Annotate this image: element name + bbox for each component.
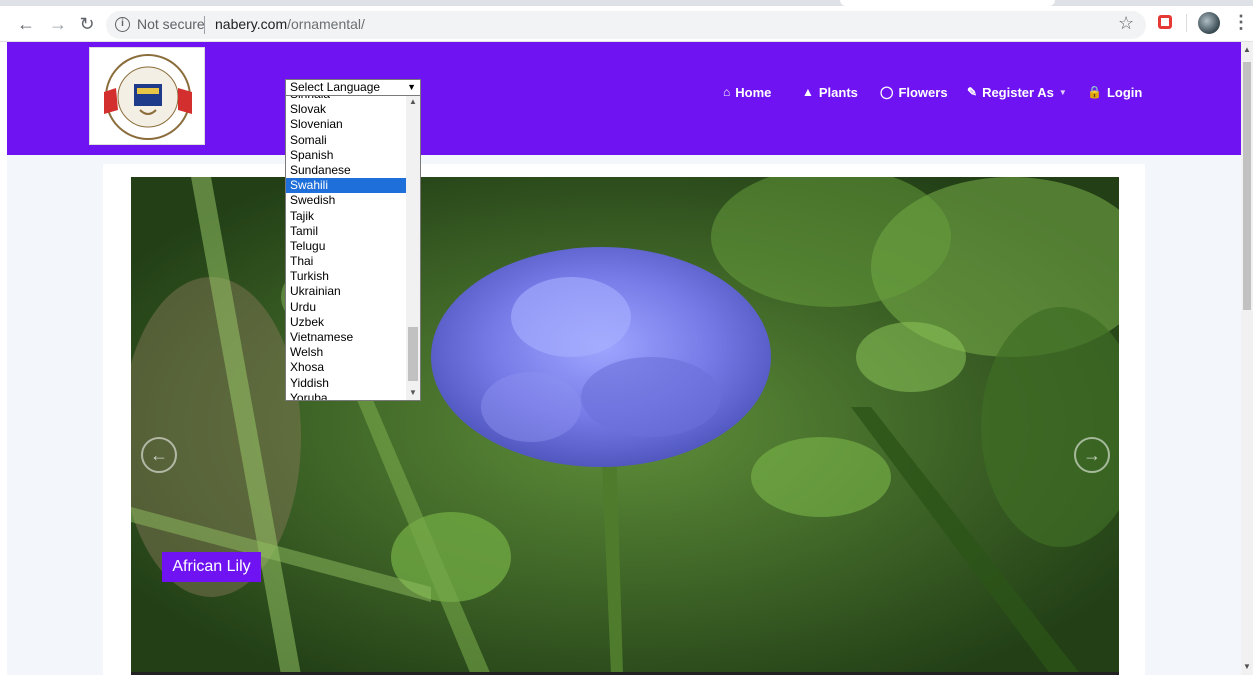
language-option[interactable]: Swedish bbox=[286, 193, 406, 208]
security-label: Not secure bbox=[137, 16, 205, 32]
page-scrollbar[interactable]: ▲ ▼ bbox=[1241, 42, 1253, 675]
page-scroll-thumb[interactable] bbox=[1243, 62, 1251, 310]
language-option[interactable]: Yiddish bbox=[286, 376, 406, 391]
nav-flowers[interactable]: ◯ Flowers bbox=[880, 82, 948, 102]
carousel-caption: African Lily bbox=[162, 552, 261, 582]
pencil-icon: ✎ bbox=[967, 85, 978, 99]
language-option[interactable]: Swahili bbox=[286, 178, 406, 194]
language-option[interactable]: Thai bbox=[286, 254, 406, 269]
page: ⌂ Home ▲ Plants ◯ Flowers ✎ Register As … bbox=[7, 42, 1241, 675]
nav-register-as[interactable]: ✎ Register As ▼ bbox=[967, 82, 1067, 102]
scroll-up-icon[interactable]: ▲ bbox=[409, 97, 417, 106]
language-option[interactable]: Turkish bbox=[286, 269, 406, 284]
nav-home[interactable]: ⌂ Home bbox=[723, 82, 771, 102]
carousel-slide-image bbox=[131, 177, 1119, 675]
extension-icon[interactable] bbox=[1158, 15, 1172, 29]
address-bar[interactable]: i Not secure nabery.com/ornamental/ bbox=[106, 11, 1146, 39]
menu-kebab-icon[interactable]: ⋮ bbox=[1232, 12, 1250, 33]
info-icon[interactable]: i bbox=[115, 17, 130, 32]
lock-icon: 🔒 bbox=[1087, 85, 1102, 99]
scroll-down-icon[interactable]: ▼ bbox=[1243, 662, 1251, 671]
profile-avatar[interactable] bbox=[1198, 12, 1220, 34]
chevron-down-icon: ▼ bbox=[1058, 87, 1067, 97]
forward-arrow-icon[interactable]: → bbox=[48, 14, 68, 34]
leaf-icon: ◯ bbox=[880, 85, 894, 99]
language-option[interactable]: Yoruba bbox=[286, 391, 406, 400]
dropdown-arrow-icon: ▼ bbox=[407, 82, 416, 92]
nav-plants[interactable]: ▲ Plants bbox=[802, 82, 858, 102]
browser-toolbar: ← → ↻ i Not secure nabery.com/ornamental… bbox=[0, 0, 1253, 42]
language-option[interactable]: Tajik bbox=[286, 209, 406, 224]
language-option[interactable]: Vietnamese bbox=[286, 330, 406, 345]
language-option[interactable]: Somali bbox=[286, 133, 406, 148]
language-option[interactable]: Xhosa bbox=[286, 360, 406, 375]
language-option[interactable]: Welsh bbox=[286, 345, 406, 360]
language-option[interactable]: Sinhala bbox=[286, 96, 406, 102]
carousel-next-button[interactable]: → bbox=[1074, 437, 1110, 473]
chevron-right-icon: → bbox=[1083, 445, 1101, 465]
site-navbar: ⌂ Home ▲ Plants ◯ Flowers ✎ Register As … bbox=[7, 42, 1241, 155]
list-scroll-thumb[interactable] bbox=[408, 327, 418, 381]
tree-icon: ▲ bbox=[802, 85, 814, 99]
language-option[interactable]: Uzbek bbox=[286, 315, 406, 330]
language-option[interactable]: Telugu bbox=[286, 239, 406, 254]
back-arrow-icon[interactable]: ← bbox=[16, 14, 36, 34]
tab-strip bbox=[0, 0, 1253, 6]
site-logo[interactable] bbox=[89, 47, 205, 145]
language-option[interactable]: Slovenian bbox=[286, 117, 406, 132]
home-icon: ⌂ bbox=[723, 85, 731, 99]
language-options-list[interactable]: SinhalaSlovakSlovenianSomaliSpanishSunda… bbox=[285, 95, 421, 401]
nav-login[interactable]: 🔒 Login bbox=[1087, 82, 1142, 102]
language-option[interactable]: Spanish bbox=[286, 148, 406, 163]
chevron-left-icon: ← bbox=[150, 445, 168, 465]
language-option[interactable]: Slovak bbox=[286, 102, 406, 117]
scroll-up-icon[interactable]: ▲ bbox=[1243, 45, 1251, 54]
scroll-down-icon[interactable]: ▼ bbox=[409, 388, 417, 397]
reload-icon[interactable]: ↻ bbox=[77, 14, 97, 34]
language-select[interactable]: Select Language ▼ bbox=[285, 79, 421, 96]
language-option[interactable]: Tamil bbox=[286, 224, 406, 239]
list-scrollbar[interactable]: ▲ ▼ bbox=[406, 96, 420, 400]
language-option[interactable]: Sundanese bbox=[286, 163, 406, 178]
carousel-prev-button[interactable]: ← bbox=[141, 437, 177, 473]
url-text: nabery.com/ornamental/ bbox=[215, 16, 365, 32]
language-option[interactable]: Ukrainian bbox=[286, 284, 406, 299]
bookmark-star-icon[interactable]: ☆ bbox=[1118, 13, 1134, 34]
language-option[interactable]: Urdu bbox=[286, 300, 406, 315]
